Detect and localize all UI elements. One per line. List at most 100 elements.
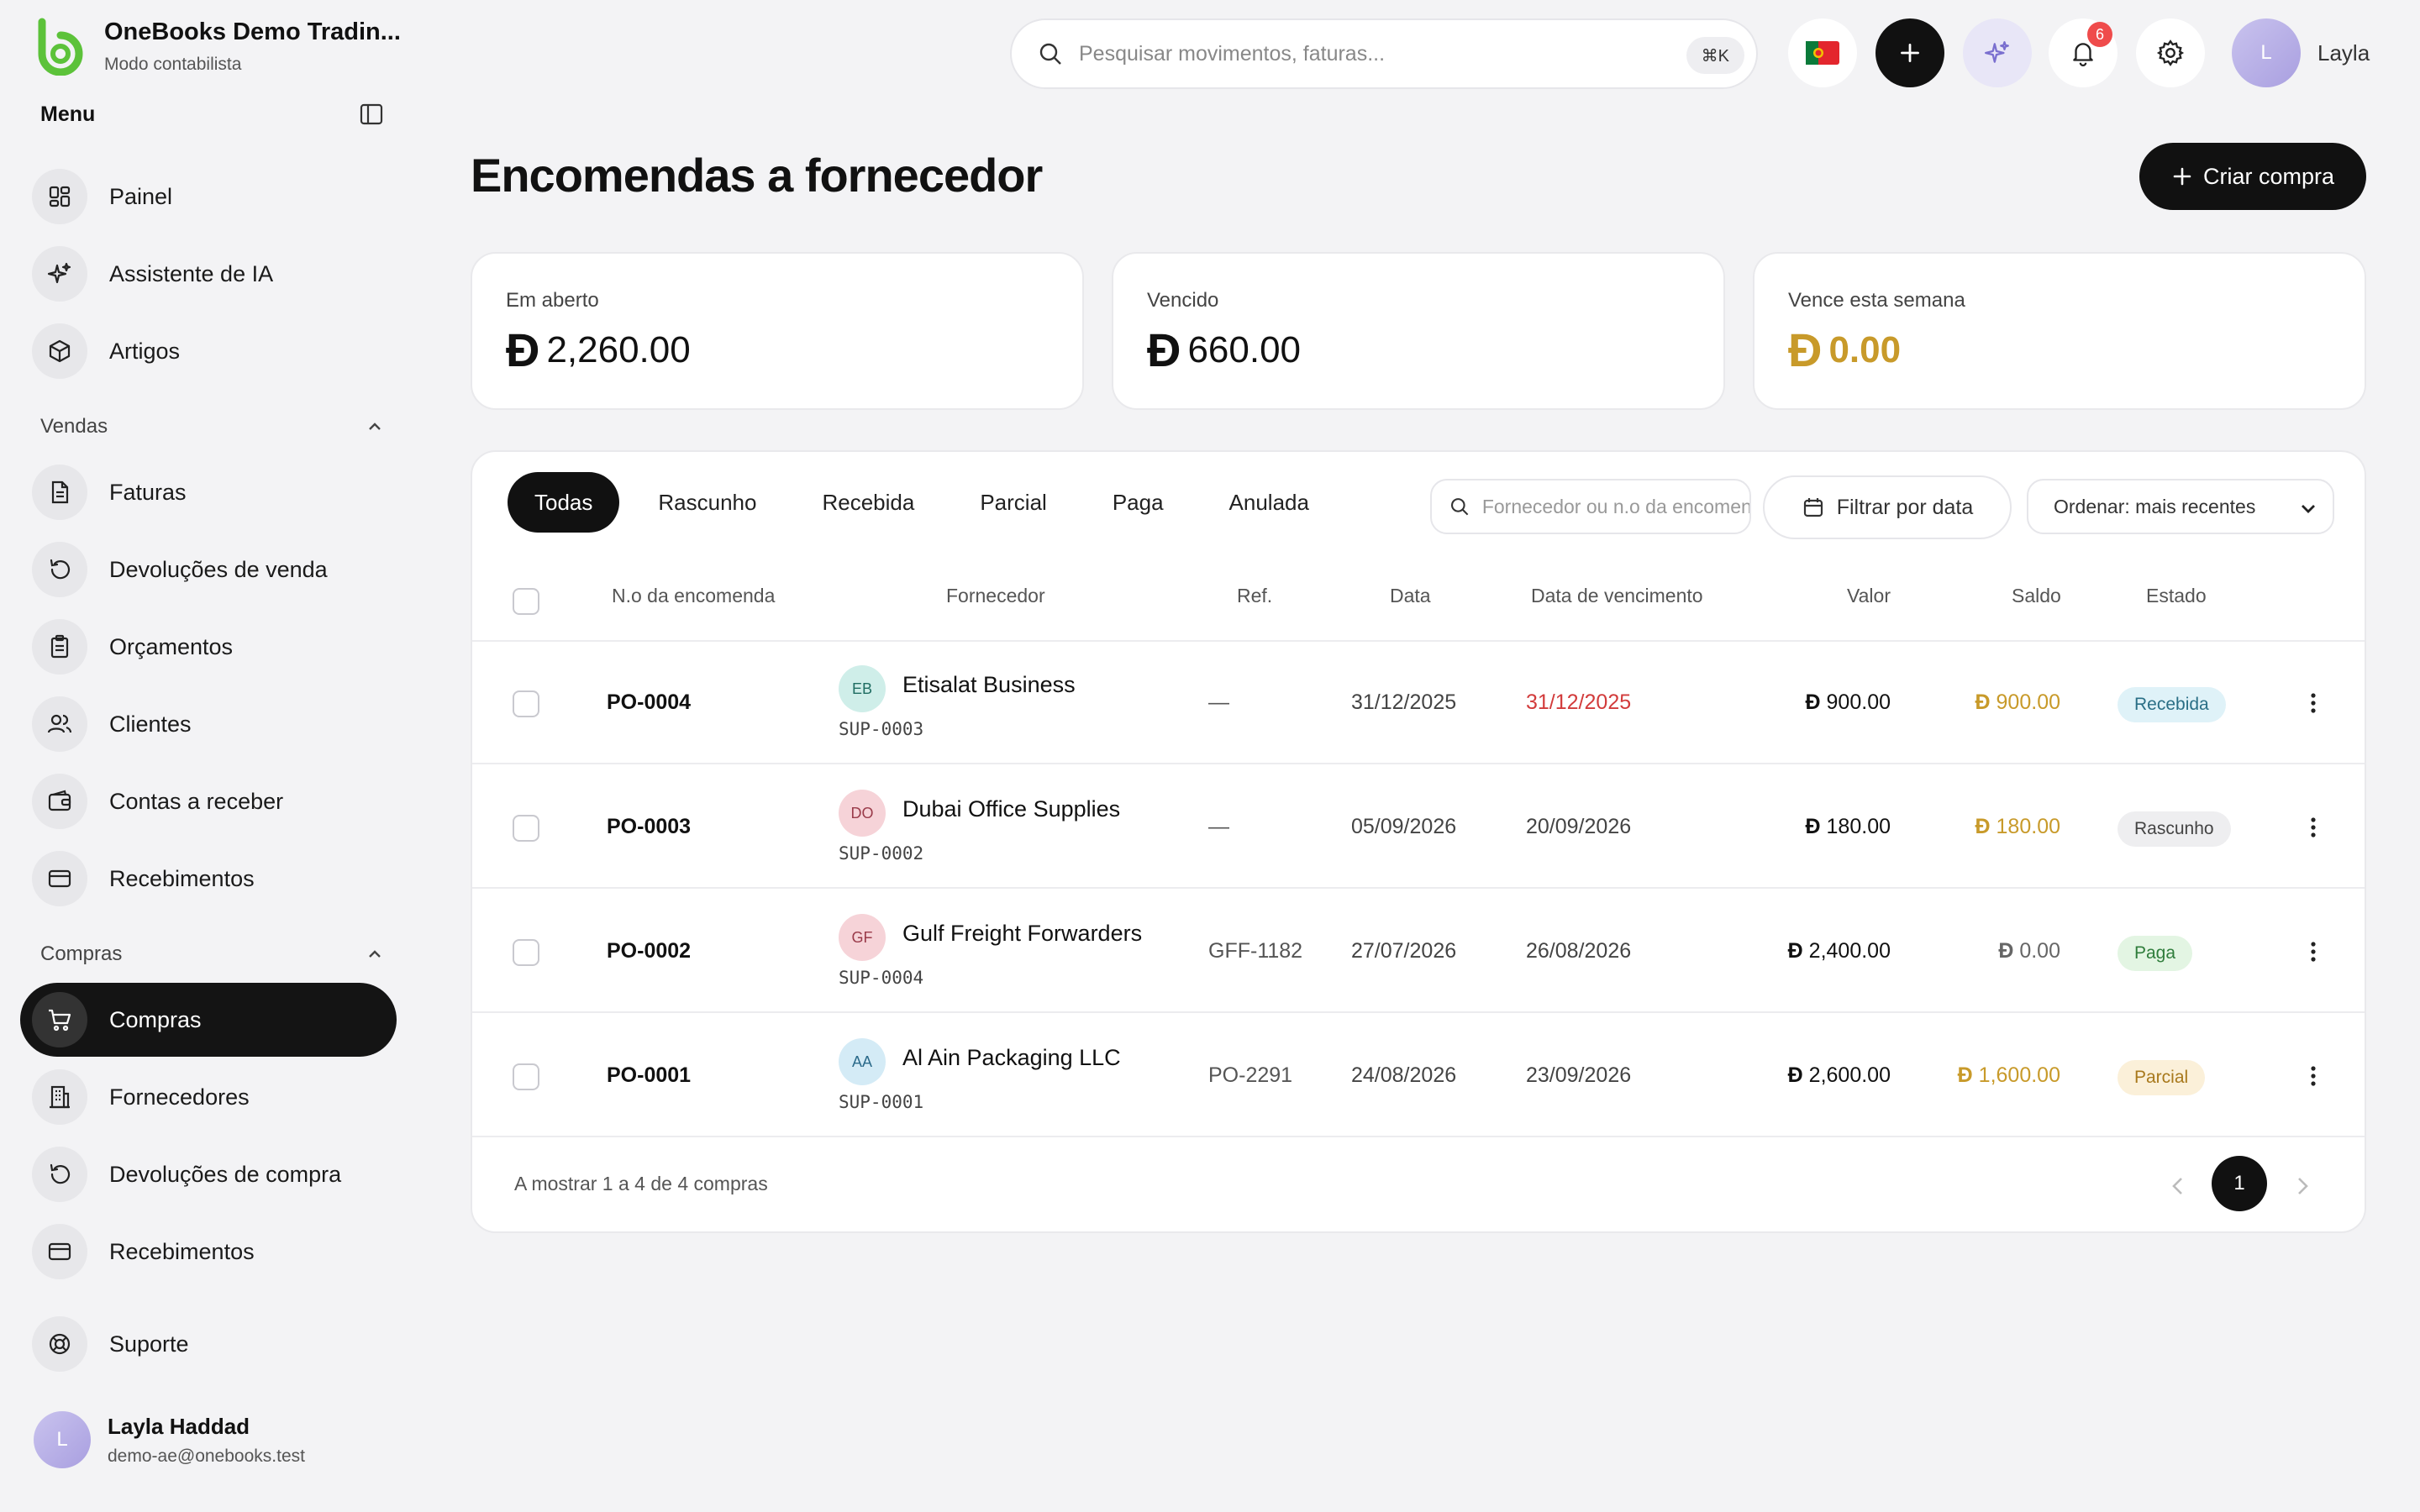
column-header-status[interactable]: Estado bbox=[2146, 585, 2207, 607]
quick-add-button[interactable] bbox=[1876, 18, 1944, 87]
more-vertical-icon[interactable] bbox=[2301, 815, 2326, 840]
user-card[interactable]: L Layla Haddad demo-ae@onebooks.test bbox=[34, 1411, 305, 1468]
sidebar-item-recebimentos-compra[interactable]: Recebimentos bbox=[20, 1215, 397, 1289]
chevron-right-icon[interactable] bbox=[2287, 1171, 2317, 1201]
row-checkbox[interactable] bbox=[513, 815, 539, 842]
ai-assistant-button[interactable] bbox=[1963, 18, 2032, 87]
order-number[interactable]: PO-0002 bbox=[607, 939, 691, 963]
order-number[interactable]: PO-0004 bbox=[607, 690, 691, 715]
more-vertical-icon[interactable] bbox=[2301, 939, 2326, 964]
supplier-avatar: DO bbox=[839, 790, 886, 837]
balance-value: 180.00 bbox=[1996, 815, 2060, 838]
stat-card-open: Em aberto Ð 2,260.00 bbox=[471, 252, 1084, 410]
brand[interactable]: OneBooks Demo Tradin... Modo contabilist… bbox=[30, 17, 401, 76]
tab-parcial[interactable]: Parcial bbox=[953, 472, 1073, 533]
row-checkbox[interactable] bbox=[513, 690, 539, 717]
tab-anulada[interactable]: Anulada bbox=[1202, 472, 1336, 533]
select-all-checkbox[interactable] bbox=[513, 588, 539, 615]
sidebar-item-recebimentos-venda[interactable]: Recebimentos bbox=[20, 842, 397, 916]
order-due-date: 31/12/2025 bbox=[1526, 690, 1632, 714]
sidebar-item-suporte[interactable]: Suporte bbox=[20, 1307, 397, 1381]
sidebar-item-devolucoes-venda[interactable]: Devoluções de venda bbox=[20, 533, 397, 606]
column-header-ref[interactable]: Ref. bbox=[1237, 585, 1272, 607]
sidebar-item-assistente[interactable]: Assistente de IA bbox=[20, 237, 397, 311]
notifications-button[interactable]: 6 bbox=[2049, 18, 2118, 87]
more-vertical-icon[interactable] bbox=[2301, 690, 2326, 716]
order-date: 27/07/2026 bbox=[1351, 939, 1457, 963]
stat-label: Vence esta semana bbox=[1788, 289, 1965, 312]
date-filter-button[interactable]: Filtrar por data bbox=[1763, 475, 2012, 539]
plus-icon bbox=[2173, 167, 2191, 186]
sidebar-item-artigos[interactable]: Artigos bbox=[20, 314, 397, 388]
section-compras[interactable]: Compras bbox=[40, 942, 385, 966]
sidebar-item-clientes[interactable]: Clientes bbox=[20, 687, 397, 761]
user-short-name: Layla bbox=[2317, 39, 2370, 66]
sidebar-item-label: Fornecedores bbox=[109, 1084, 250, 1110]
order-amount: Ð 2,600.00 bbox=[1788, 1063, 1891, 1088]
section-vendas[interactable]: Vendas bbox=[40, 415, 385, 438]
table-row[interactable]: PO-0003 DO Dubai Office Supplies SUP-000… bbox=[472, 766, 2365, 889]
order-number[interactable]: PO-0001 bbox=[607, 1063, 691, 1088]
more-vertical-icon[interactable] bbox=[2301, 1063, 2326, 1089]
global-search[interactable]: ⌘K bbox=[1010, 18, 1758, 89]
sidebar-toggle-icon[interactable] bbox=[358, 101, 385, 128]
tab-recebida[interactable]: Recebida bbox=[795, 472, 941, 533]
sidebar-item-faturas[interactable]: Faturas bbox=[20, 455, 397, 529]
supplier-code: SUP-0002 bbox=[839, 843, 924, 864]
language-button[interactable] bbox=[1788, 18, 1857, 87]
order-amount: Ð 180.00 bbox=[1806, 815, 1891, 839]
user-menu[interactable]: L Layla bbox=[2232, 18, 2370, 87]
tab-todas[interactable]: Todas bbox=[508, 472, 620, 533]
column-header-balance[interactable]: Saldo bbox=[2012, 585, 2061, 607]
search-input[interactable] bbox=[1079, 41, 1650, 66]
order-number[interactable]: PO-0003 bbox=[607, 815, 691, 839]
row-checkbox[interactable] bbox=[513, 939, 539, 966]
sidebar-item-label: Orçamentos bbox=[109, 633, 234, 659]
sidebar-item-label: Compras bbox=[109, 1006, 202, 1032]
sidebar-item-fornecedores[interactable]: Fornecedores bbox=[20, 1060, 397, 1134]
sidebar-item-label: Clientes bbox=[109, 711, 192, 737]
sidebar-item-devolucoes-compra[interactable]: Devoluções de compra bbox=[20, 1137, 397, 1211]
sparkles-icon bbox=[1985, 41, 2009, 63]
sidebar-item-label: Faturas bbox=[109, 479, 187, 505]
amount-value: 2,600.00 bbox=[1808, 1063, 1891, 1087]
tab-rascunho[interactable]: Rascunho bbox=[631, 472, 783, 533]
stat-value: Ð 0.00 bbox=[1788, 323, 1901, 377]
chevron-down-icon bbox=[2302, 505, 2315, 513]
order-ref: PO-2291 bbox=[1208, 1063, 1293, 1087]
sidebar-item-orcamentos[interactable]: Orçamentos bbox=[20, 610, 397, 684]
sidebar-item-contas-receber[interactable]: Contas a receber bbox=[20, 764, 397, 838]
avatar: L bbox=[2232, 18, 2301, 87]
currency-symbol: Ð bbox=[1788, 323, 1823, 376]
sidebar-item-label: Recebimentos bbox=[109, 1238, 255, 1264]
currency-symbol: Ð bbox=[506, 323, 540, 376]
settings-button[interactable] bbox=[2136, 18, 2205, 87]
tab-paga[interactable]: Paga bbox=[1086, 472, 1191, 533]
column-header-amount[interactable]: Valor bbox=[1847, 585, 1891, 607]
order-balance: Ð 900.00 bbox=[1975, 690, 2060, 715]
sort-select[interactable]: Ordenar: mais recentes bbox=[2027, 479, 2334, 534]
dashboard-icon bbox=[32, 169, 87, 224]
status-tabs: Todas Rascunho Recebida Parcial Paga Anu… bbox=[508, 472, 1348, 533]
table-search-input[interactable] bbox=[1481, 495, 1749, 518]
create-purchase-button[interactable]: Criar compra bbox=[2139, 143, 2366, 210]
sidebar-item-painel[interactable]: Painel bbox=[20, 160, 397, 234]
column-header-due-date[interactable]: Data de vencimento bbox=[1531, 585, 1703, 607]
table-row[interactable]: PO-0001 AA Al Ain Packaging LLC SUP-0001… bbox=[472, 1015, 2365, 1137]
sidebar-item-compras[interactable]: Compras bbox=[20, 983, 397, 1057]
chevron-left-icon[interactable] bbox=[2163, 1171, 2193, 1201]
table-search[interactable] bbox=[1430, 479, 1751, 534]
column-header-supplier[interactable]: Fornecedor bbox=[946, 585, 1045, 607]
sidebar-item-label: Assistente de IA bbox=[109, 260, 274, 286]
column-header-number[interactable]: N.o da encomenda bbox=[612, 585, 775, 607]
gear-icon bbox=[2156, 39, 2185, 66]
table-row[interactable]: PO-0004 EB Etisalat Business SUP-0003 — … bbox=[472, 642, 2365, 764]
column-header-date[interactable]: Data bbox=[1390, 585, 1431, 607]
pagination-page-current[interactable]: 1 bbox=[2212, 1156, 2267, 1211]
currency-symbol: Ð bbox=[1787, 1063, 1803, 1087]
table-row[interactable]: PO-0002 GF Gulf Freight Forwarders SUP-0… bbox=[472, 890, 2365, 1013]
row-checkbox[interactable] bbox=[513, 1063, 539, 1090]
balance-value: 900.00 bbox=[1996, 690, 2060, 714]
user-name: Layla Haddad bbox=[108, 1413, 250, 1439]
supplier-code: SUP-0001 bbox=[839, 1092, 924, 1112]
